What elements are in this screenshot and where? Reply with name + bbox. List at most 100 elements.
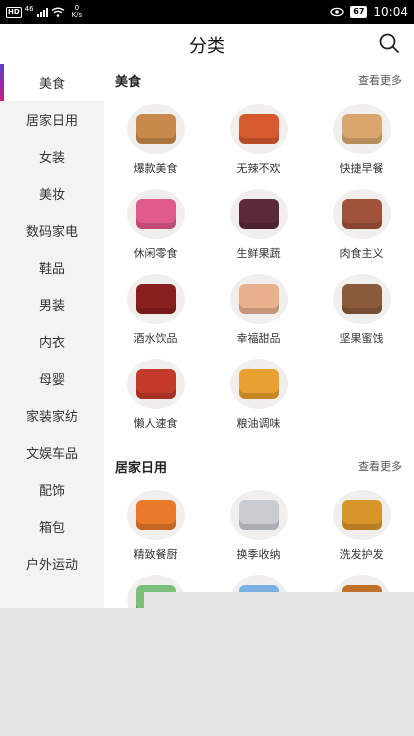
category-label: 幸福甜品: [236, 332, 281, 345]
sidebar-item[interactable]: 数码家电: [0, 212, 104, 249]
sidebar-item[interactable]: 内衣: [0, 323, 104, 360]
category-tile[interactable]: 精致餐厨: [104, 482, 207, 567]
product-image: [135, 114, 176, 144]
product-image: [238, 284, 279, 314]
category-tile[interactable]: 洗发护发: [310, 482, 413, 567]
sidebar-item[interactable]: 男装: [0, 286, 104, 323]
category-label: 爆款美食: [133, 162, 178, 175]
category-tile[interactable]: 坚果蜜饯: [310, 266, 413, 351]
category-tile[interactable]: 懒人速食: [104, 351, 207, 436]
category-tile[interactable]: 生鲜果蔬: [207, 181, 310, 266]
category-tile[interactable]: 无辣不欢: [207, 96, 310, 181]
category-tile[interactable]: 快捷早餐: [310, 96, 413, 181]
bottles-icon: [126, 274, 185, 324]
category-label: 坚果蜜饯: [339, 332, 384, 345]
category-tile[interactable]: 酒水饮品: [104, 266, 207, 351]
section-header: 美食 查看更多: [104, 64, 414, 96]
shampoo-icon: [332, 490, 391, 540]
product-image: [341, 500, 382, 530]
sidebar-item-label: 内衣: [38, 336, 65, 351]
spicy-meat-icon: [229, 104, 288, 154]
sidebar-item-label: 女装: [38, 151, 65, 166]
sidebar-item[interactable]: 居家日用: [0, 101, 104, 138]
sidebar-item[interactable]: 鞋品: [0, 249, 104, 286]
category-grid: 精致餐厨 换季收纳 洗发护发: [104, 482, 414, 608]
net-speed: 0 K/s: [71, 4, 83, 19]
category-tile[interactable]: 粮油调味: [207, 351, 310, 436]
section-title: 美食: [115, 74, 142, 90]
nuts-icon: [332, 274, 391, 324]
meat-box-icon: [332, 189, 391, 239]
product-image: [135, 369, 176, 399]
product-image: [341, 199, 382, 229]
page-header: 分类: [0, 24, 414, 64]
sidebar-item[interactable]: 家装家纺: [0, 397, 104, 434]
product-image: [135, 284, 176, 314]
page-title: 分类: [189, 36, 225, 57]
product-image: [238, 369, 279, 399]
sidebar-item-label: 家装家纺: [25, 410, 78, 425]
hd-badge: HD: [6, 6, 22, 18]
product-image: [238, 199, 279, 229]
fruit-icon: [229, 189, 288, 239]
sidebar-item-label: 配饰: [38, 484, 65, 499]
sidebar-item-label: 美食: [38, 77, 65, 92]
product-image: [238, 114, 279, 144]
sidebar-item[interactable]: 文娱车品: [0, 434, 104, 471]
category-label: 生鲜果蔬: [236, 247, 281, 260]
category-tile[interactable]: 爆款美食: [104, 96, 207, 181]
wifi-icon: [51, 7, 65, 17]
network-type: 46: [24, 5, 34, 13]
bottom-blank-area: [0, 592, 414, 736]
sidebar-item[interactable]: 配饰: [0, 471, 104, 508]
sidebar-item[interactable]: 美食: [0, 64, 104, 101]
sidebar-item-label: 文娱车品: [25, 447, 78, 462]
sidebar-item-label: 鞋品: [38, 262, 65, 277]
category-tile[interactable]: 肉食主义: [310, 181, 413, 266]
oil-icon: [229, 359, 288, 409]
category-label: 肉食主义: [339, 247, 384, 260]
category-label: 精致餐厨: [133, 548, 178, 561]
sidebar-item[interactable]: 美妆: [0, 175, 104, 212]
clock: 10:04: [373, 5, 408, 19]
sidebar-item-label: 户外运动: [25, 558, 78, 573]
category-content: 美食 查看更多 爆款美食 无辣不欢 快捷早餐 休闲零食 生鲜果蔬 肉食主义 酒水饮品 幸福甜品 坚果…: [104, 64, 414, 608]
sidebar-item[interactable]: 箱包: [0, 508, 104, 545]
category-label: 无辣不欢: [236, 162, 281, 175]
sidebar-item-label: 美妆: [38, 188, 65, 203]
sidebar-item-label: 男装: [38, 299, 65, 314]
product-image: [238, 500, 279, 530]
product-image: [135, 500, 176, 530]
sidebar-item-label: 居家日用: [25, 114, 78, 129]
category-label: 休闲零食: [133, 247, 178, 260]
category-tile[interactable]: 换季收纳: [207, 482, 310, 567]
category-sidebar: 美食居家日用女装美妆数码家电鞋品男装内衣母婴家装家纺文娱车品配饰箱包户外运动: [0, 64, 104, 608]
view-more-link[interactable]: 查看更多: [358, 458, 402, 474]
sidebar-item-label: 箱包: [38, 521, 65, 536]
category-grid: 爆款美食 无辣不欢 快捷早餐休闲零食 生鲜果蔬 肉食主义酒水饮品 幸福甜品 坚果蜜饯懒人速食…: [104, 96, 414, 436]
pot-icon: [126, 490, 185, 540]
bread-icon: [332, 104, 391, 154]
snack-food-icon: [126, 104, 185, 154]
snack-bag-icon: [126, 189, 185, 239]
section-header: 居家日用 查看更多: [104, 450, 414, 482]
product-image: [341, 114, 382, 144]
battery-level: 67: [350, 6, 368, 18]
product-image: [341, 284, 382, 314]
sidebar-item[interactable]: 女装: [0, 138, 104, 175]
sidebar-item-label: 母婴: [38, 373, 65, 388]
category-label: 粮油调味: [236, 417, 281, 430]
signal-icon: [36, 7, 48, 17]
category-label: 洗发护发: [339, 548, 384, 561]
search-icon[interactable]: [378, 32, 400, 54]
category-label: 换季收纳: [236, 548, 281, 561]
category-label: 酒水饮品: [133, 332, 178, 345]
sidebar-item[interactable]: 户外运动: [0, 545, 104, 582]
category-tile[interactable]: 休闲零食: [104, 181, 207, 266]
macaron-icon: [229, 274, 288, 324]
view-more-link[interactable]: 查看更多: [358, 72, 402, 88]
category-tile[interactable]: 幸福甜品: [207, 266, 310, 351]
category-label: 快捷早餐: [339, 162, 384, 175]
eye-icon: [330, 7, 344, 17]
sidebar-item[interactable]: 母婴: [0, 360, 104, 397]
